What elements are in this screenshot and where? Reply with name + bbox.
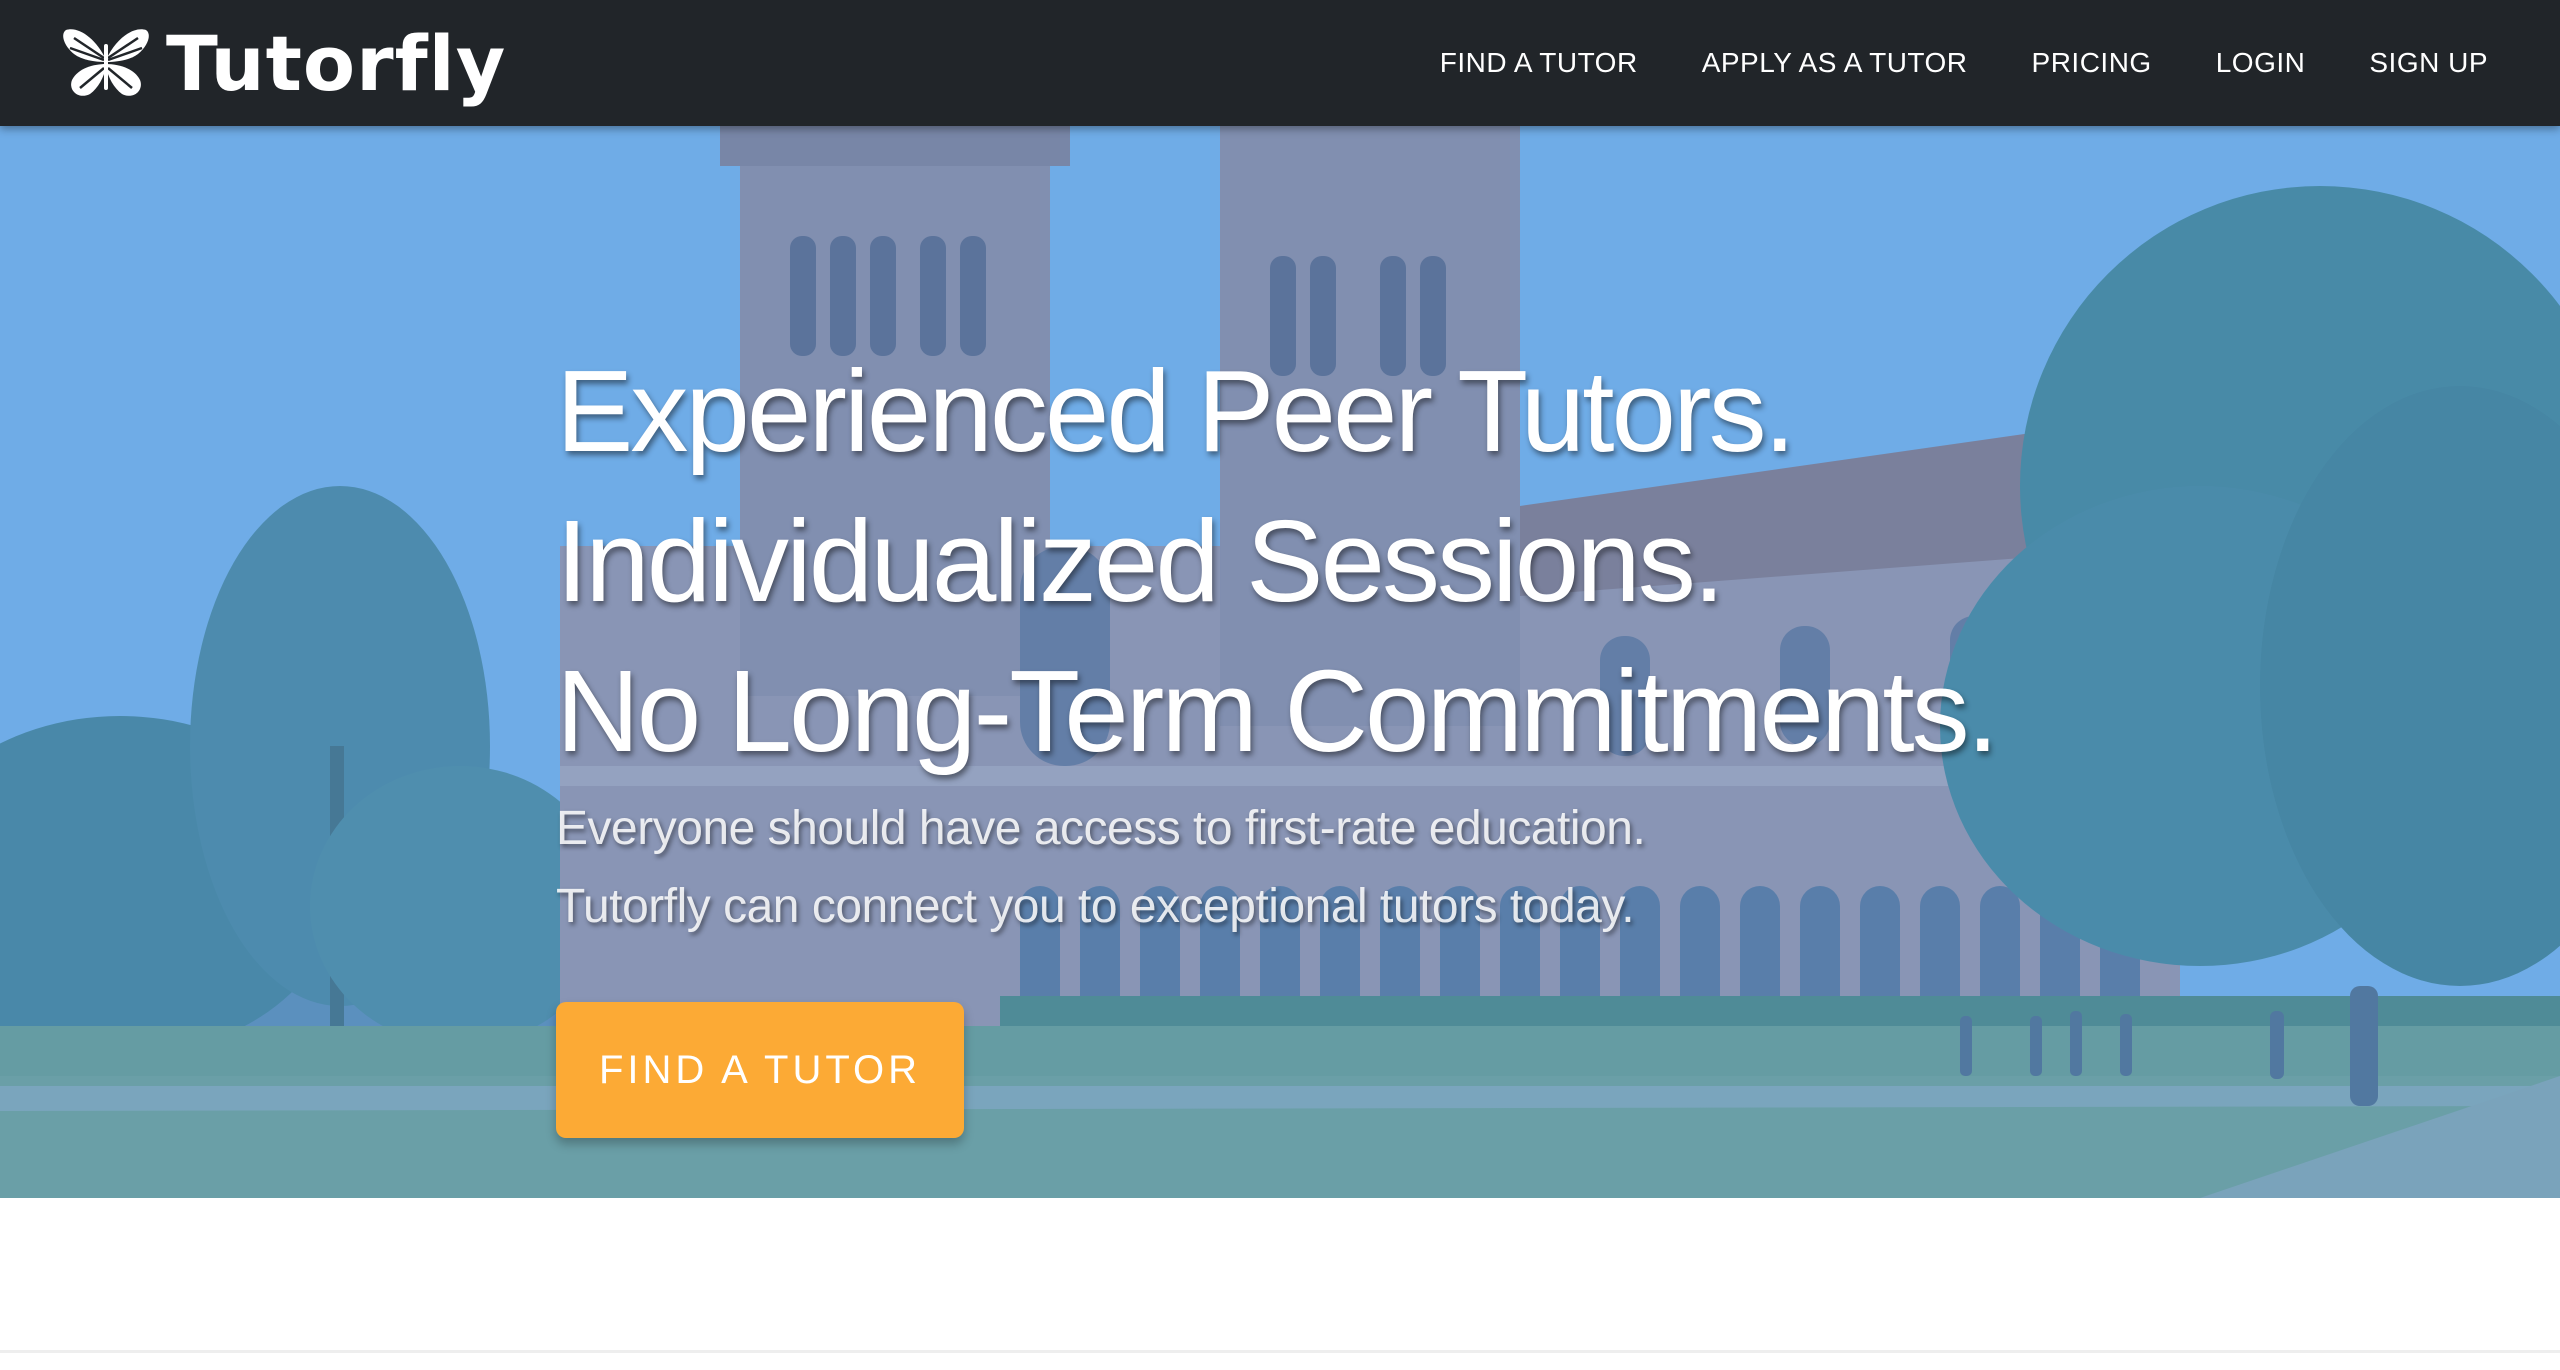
- top-navbar: Tutorfly FIND A TUTOR APPLY AS A TUTOR P…: [0, 0, 2560, 126]
- nav-apply-as-a-tutor[interactable]: APPLY AS A TUTOR: [1702, 47, 1968, 79]
- main-nav: FIND A TUTOR APPLY AS A TUTOR PRICING LO…: [1408, 0, 2520, 126]
- hero-headline-3: No Long-Term Commitments.: [556, 646, 1999, 776]
- hero-subline-2: Tutorfly can connect you to exceptional …: [556, 880, 1635, 933]
- nav-sign-up[interactable]: SIGN UP: [2369, 47, 2488, 79]
- brand-name: Tutorfly: [166, 19, 507, 108]
- nav-find-a-tutor[interactable]: FIND A TUTOR: [1440, 47, 1638, 79]
- brand-home-link[interactable]: Tutorfly: [60, 18, 506, 110]
- hero-subtitle: Everyone should have access to first-rat…: [556, 790, 2456, 946]
- section-divider: [0, 1350, 2560, 1353]
- hero-headline-1: Experienced Peer Tutors.: [556, 346, 1796, 476]
- find-a-tutor-button[interactable]: FIND A TUTOR: [556, 1002, 964, 1138]
- nav-pricing[interactable]: PRICING: [2032, 47, 2152, 79]
- butterfly-logo-icon: [63, 29, 149, 96]
- hero-content: Experienced Peer Tutors. Individualized …: [556, 336, 2456, 1138]
- hero-subline-1: Everyone should have access to first-rat…: [556, 802, 1646, 855]
- nav-login[interactable]: LOGIN: [2216, 47, 2306, 79]
- hero-headline-2: Individualized Sessions.: [556, 496, 1725, 626]
- hero-section: Experienced Peer Tutors. Individualized …: [0, 126, 2560, 1198]
